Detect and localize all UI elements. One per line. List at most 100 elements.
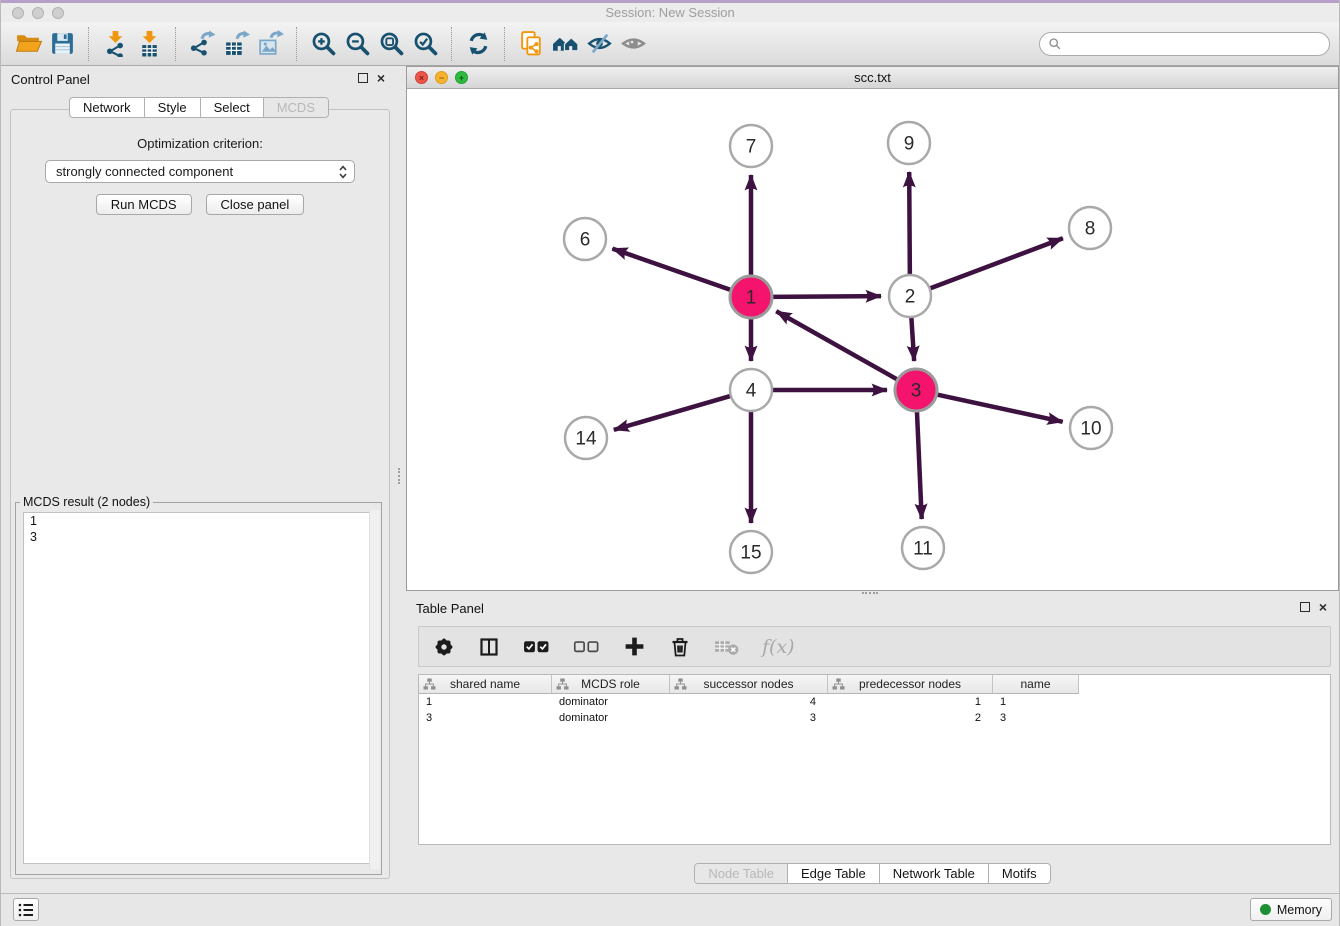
column-header-predecessor-nodes[interactable]: predecessor nodes bbox=[828, 675, 993, 694]
zoom-fit-icon bbox=[378, 30, 405, 57]
tab-network[interactable]: Network bbox=[70, 98, 145, 117]
export-table-button[interactable] bbox=[219, 26, 253, 62]
run-mcds-button[interactable]: Run MCDS bbox=[96, 194, 192, 215]
table-panel-close-icon[interactable]: × bbox=[1319, 602, 1327, 612]
column-header-name[interactable]: name bbox=[993, 675, 1079, 694]
graph-edge-1-6[interactable] bbox=[612, 249, 733, 291]
import-table-button[interactable] bbox=[132, 26, 166, 62]
graph-edge-3-1[interactable] bbox=[776, 311, 899, 380]
export-image-button[interactable] bbox=[253, 26, 287, 62]
task-history-button[interactable] bbox=[13, 898, 39, 921]
control-panel-close-icon[interactable]: × bbox=[377, 73, 385, 83]
column-tree-icon bbox=[423, 678, 436, 690]
graph-edge-2-9[interactable] bbox=[909, 172, 910, 277]
graph-edge-3-10[interactable] bbox=[935, 394, 1063, 422]
graph-edge-2-8[interactable] bbox=[928, 238, 1063, 289]
search-box bbox=[1039, 32, 1330, 56]
search-input[interactable] bbox=[1067, 37, 1321, 52]
tab-mcds[interactable]: MCDS bbox=[264, 98, 328, 117]
column-header-shared-name[interactable]: shared name bbox=[419, 675, 552, 694]
import-network-icon bbox=[102, 30, 129, 57]
zoom-out-button[interactable] bbox=[340, 26, 374, 62]
first-neighbors-button[interactable] bbox=[548, 26, 582, 62]
graph-node-label: 8 bbox=[1085, 219, 1096, 240]
mcds-result-list[interactable]: 13 bbox=[23, 512, 374, 864]
list-icon bbox=[16, 901, 36, 919]
show-all-button[interactable] bbox=[616, 26, 650, 62]
zoom-fit-button[interactable] bbox=[374, 26, 408, 62]
add-column-button[interactable] bbox=[623, 632, 646, 662]
column-header-MCDS-role[interactable]: MCDS role bbox=[552, 675, 670, 694]
column-header-successor-nodes[interactable]: successor nodes bbox=[670, 675, 828, 694]
memory-status-dot bbox=[1260, 904, 1271, 915]
column-tree-icon bbox=[832, 678, 845, 690]
delete-table-button[interactable] bbox=[714, 632, 739, 662]
criterion-dropdown[interactable]: strongly connected component bbox=[45, 160, 355, 183]
mcds-panel: Optimization criterion: strongly connect… bbox=[10, 109, 390, 879]
memory-button[interactable]: Memory bbox=[1250, 898, 1332, 921]
table-cell: dominator bbox=[552, 694, 670, 710]
graph-node-label: 3 bbox=[911, 381, 922, 402]
toolbar-separator bbox=[175, 27, 176, 61]
export-network-button[interactable] bbox=[185, 26, 219, 62]
tab-style[interactable]: Style bbox=[145, 98, 201, 117]
close-panel-button[interactable]: Close panel bbox=[206, 194, 305, 215]
fx-icon: f(x) bbox=[762, 636, 795, 658]
graph-edge-2-3[interactable] bbox=[911, 315, 914, 361]
save-session-button[interactable] bbox=[45, 26, 79, 62]
table-panel-float-icon[interactable] bbox=[1300, 602, 1310, 612]
toggle-column-panel-button[interactable] bbox=[478, 632, 500, 662]
app-titlebar: Session: New Session bbox=[1, 3, 1339, 22]
graph-edge-1-2[interactable] bbox=[770, 296, 881, 297]
table-cell: dominator bbox=[552, 710, 670, 726]
eye-slash-icon bbox=[586, 30, 613, 57]
control-panel-float-icon[interactable] bbox=[358, 73, 368, 83]
import-network-button[interactable] bbox=[98, 26, 132, 62]
zoom-in-button[interactable] bbox=[306, 26, 340, 62]
hide-selected-button[interactable] bbox=[582, 26, 616, 62]
zoom-out-icon bbox=[344, 30, 371, 57]
table-row[interactable]: 3dominator323 bbox=[419, 710, 1330, 726]
graph-node-label: 15 bbox=[740, 543, 761, 564]
criterion-value: strongly connected component bbox=[56, 164, 338, 179]
graph-edge-3-11[interactable] bbox=[917, 409, 922, 519]
column-tree-icon bbox=[556, 678, 569, 690]
vertical-splitter[interactable] bbox=[397, 66, 406, 893]
open-session-button[interactable] bbox=[11, 26, 45, 62]
delete-table-icon bbox=[714, 637, 739, 656]
delete-column-button[interactable] bbox=[669, 632, 691, 662]
table-options-button[interactable] bbox=[433, 632, 455, 662]
apply-function-button[interactable]: f(x) bbox=[762, 632, 795, 662]
mcds-result-box: MCDS result (2 nodes) 13 bbox=[15, 495, 382, 875]
table-cell: 4 bbox=[670, 694, 828, 710]
deselect-all-rows-button[interactable] bbox=[573, 632, 600, 662]
network-window-titlebar: × − + scc.txt bbox=[407, 67, 1338, 89]
network-canvas[interactable]: 1234678910111415 bbox=[407, 89, 1338, 590]
apply-layout-button[interactable] bbox=[461, 26, 495, 62]
table-row[interactable]: 1dominator411 bbox=[419, 694, 1330, 710]
zoom-selected-button[interactable] bbox=[408, 26, 442, 62]
graph-edge-4-14[interactable] bbox=[614, 395, 733, 430]
splitter-handle[interactable] bbox=[398, 468, 403, 484]
network-graph: 1234678910111415 bbox=[407, 89, 1338, 590]
houses-icon bbox=[552, 30, 579, 57]
tab-network-table[interactable]: Network Table bbox=[880, 864, 989, 883]
table-toolbar: f(x) bbox=[418, 626, 1331, 667]
result-scrollbar[interactable] bbox=[369, 510, 380, 869]
table-cell: 1 bbox=[828, 694, 993, 710]
tab-motifs[interactable]: Motifs bbox=[989, 864, 1050, 883]
clone-network-button[interactable] bbox=[514, 26, 548, 62]
toolbar-separator bbox=[504, 27, 505, 61]
plus-icon bbox=[623, 635, 646, 658]
tab-node-table[interactable]: Node Table bbox=[695, 864, 788, 883]
tab-select[interactable]: Select bbox=[201, 98, 264, 117]
node-table: shared nameMCDS rolesuccessor nodesprede… bbox=[418, 674, 1331, 845]
tab-edge-table[interactable]: Edge Table bbox=[788, 864, 880, 883]
app-title: Session: New Session bbox=[1, 5, 1339, 20]
control-panel-title: Control Panel bbox=[11, 72, 90, 87]
column-panel-icon bbox=[478, 636, 500, 658]
select-all-rows-button[interactable] bbox=[523, 632, 550, 662]
clone-network-icon bbox=[518, 30, 545, 57]
checked-boxes-icon bbox=[523, 638, 550, 655]
graph-node-label: 2 bbox=[905, 287, 916, 308]
